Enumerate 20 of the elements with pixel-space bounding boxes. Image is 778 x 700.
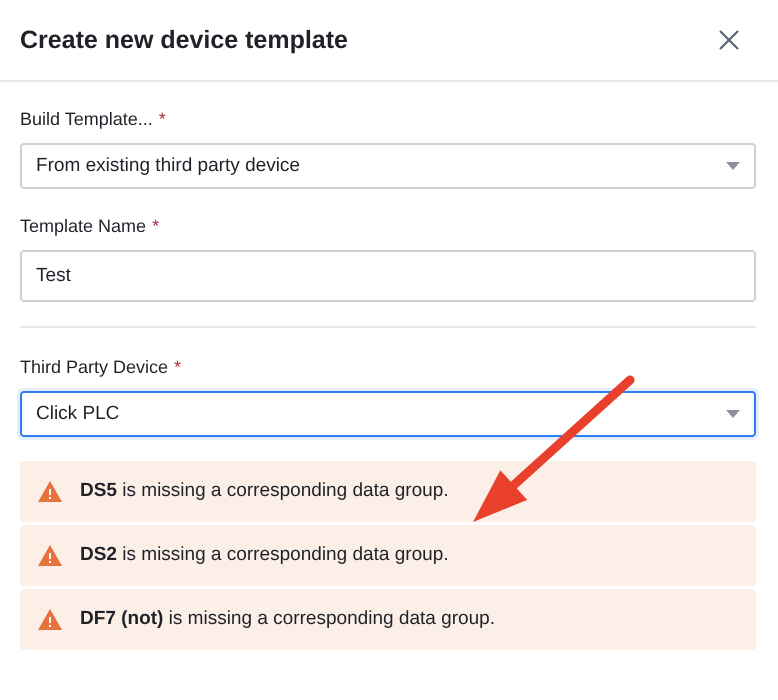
close-icon — [718, 28, 740, 51]
warning-text: DS2 is missing a corresponding data group. — [80, 543, 449, 568]
close-button[interactable] — [718, 28, 740, 52]
warning-text: DF7 (not) is missing a corresponding data group. — [80, 607, 496, 632]
dropdown-field[interactable]: From existing third party device — [20, 143, 756, 189]
field-label: Build Template... — [20, 108, 153, 131]
warning-icon — [38, 481, 62, 502]
dialog-title: Create new device template — [20, 25, 348, 55]
warning-text: DS5 is missing a corresponding data group. — [80, 479, 449, 504]
field-label: Template Name — [20, 215, 146, 238]
required-mark: * — [158, 108, 166, 131]
field-label: Third Party Device — [20, 356, 168, 379]
warning-icon — [38, 545, 62, 566]
required-mark: * — [152, 215, 160, 238]
dropdown-field[interactable]: Click PLC — [20, 391, 756, 437]
caret-icon — [726, 410, 740, 418]
input-field[interactable]: Test — [20, 250, 756, 302]
required-mark: * — [174, 356, 182, 379]
warning-icon — [38, 609, 62, 630]
caret-icon — [726, 162, 740, 170]
